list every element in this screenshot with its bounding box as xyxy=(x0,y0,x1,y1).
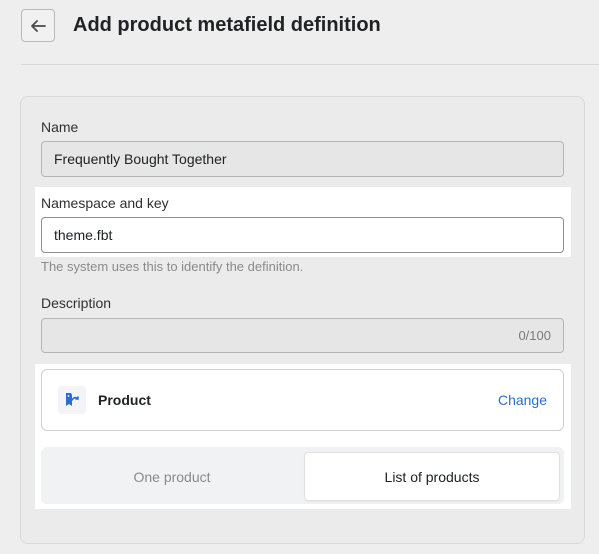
list-of-products-option[interactable]: List of products xyxy=(304,452,560,501)
cardinality-toggle: One product List of products xyxy=(41,447,564,504)
product-icon xyxy=(58,386,86,414)
type-name: Product xyxy=(98,392,151,408)
header-divider xyxy=(21,64,599,65)
arrow-left-icon xyxy=(31,19,46,32)
namespace-label: Namespace and key xyxy=(41,195,169,211)
page-title: Add product metafield definition xyxy=(73,14,381,36)
description-counter: 0/100 xyxy=(518,328,551,343)
description-field[interactable]: 0/100 xyxy=(41,318,564,353)
one-product-option[interactable]: One product xyxy=(41,452,303,501)
namespace-help-text: The system uses this to identify the def… xyxy=(41,259,304,274)
name-value: Frequently Bought Together xyxy=(54,151,227,167)
type-selector: Product Change xyxy=(41,369,564,431)
name-label: Name xyxy=(41,119,79,135)
namespace-value: theme.fbt xyxy=(54,227,113,243)
description-label: Description xyxy=(41,295,112,311)
change-type-link[interactable]: Change xyxy=(498,392,547,408)
back-button[interactable] xyxy=(21,9,55,42)
namespace-key-field[interactable]: theme.fbt xyxy=(41,217,564,253)
name-field[interactable]: Frequently Bought Together xyxy=(41,141,564,177)
